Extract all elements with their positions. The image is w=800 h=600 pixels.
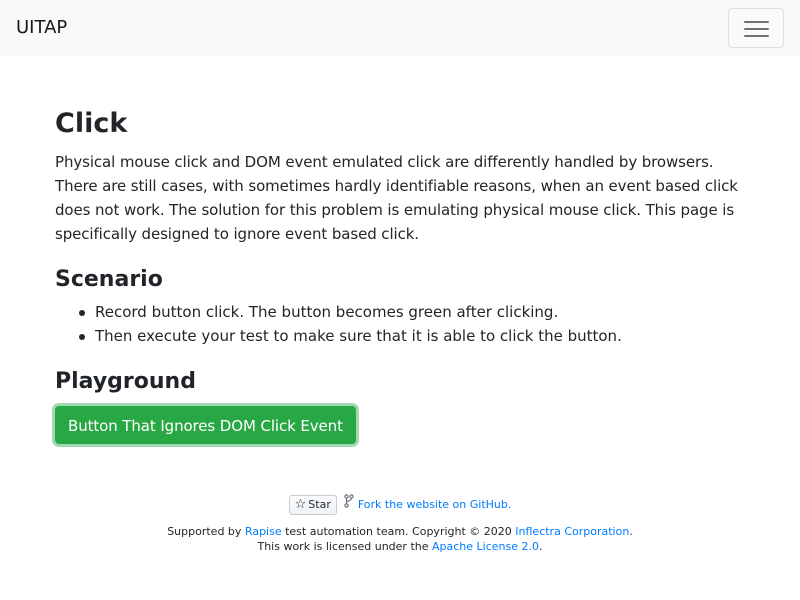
supported-by-line: Supported by Rapise test automation team…	[0, 524, 800, 539]
inflectra-link[interactable]: Inflectra Corporation	[515, 525, 629, 538]
playground-heading: Playground	[55, 369, 196, 394]
brand-link[interactable]: UITAP	[16, 16, 67, 40]
rapise-link[interactable]: Rapise	[245, 525, 282, 538]
github-star-button[interactable]: ☆ Star	[288, 495, 337, 515]
license-prefix: This work is licensed under the	[257, 540, 432, 553]
repo-fork-icon	[344, 494, 355, 516]
list-item: Record button click. The button becomes …	[55, 300, 745, 324]
license-suffix: .	[539, 540, 543, 553]
supported-suffix: .	[629, 525, 633, 538]
main-content: Click Physical mouse click and DOM event…	[55, 108, 745, 444]
github-row: ☆ Star Fork the website on GitHub.	[0, 494, 800, 516]
scenario-heading: Scenario	[55, 267, 163, 292]
navbar: UITAP	[0, 0, 800, 56]
supported-middle: test automation team. Copyright © 2020	[281, 525, 516, 538]
ignore-dom-click-button[interactable]: Button That Ignores DOM Click Event	[55, 406, 356, 444]
star-label: Star	[308, 498, 331, 511]
scenario-list: Record button click. The button becomes …	[55, 300, 745, 348]
license-line: This work is licensed under the Apache L…	[0, 539, 800, 554]
bullet-icon	[79, 310, 85, 316]
list-item-text: Record button click. The button becomes …	[95, 303, 559, 321]
bullet-icon	[79, 334, 85, 340]
navbar-toggle-button[interactable]	[728, 8, 784, 48]
star-icon: ☆	[294, 497, 307, 512]
list-item: Then execute your test to make sure that…	[55, 324, 745, 348]
fork-github-link[interactable]: Fork the website on GitHub.	[358, 498, 512, 511]
page-description: Physical mouse click and DOM event emula…	[55, 153, 738, 243]
apache-license-link[interactable]: Apache License 2.0	[432, 540, 539, 553]
page-title: Click	[55, 108, 128, 139]
supported-prefix: Supported by	[167, 525, 245, 538]
footer: ☆ Star Fork the website on GitHub. Suppor…	[0, 494, 800, 554]
list-item-text: Then execute your test to make sure that…	[95, 327, 622, 345]
